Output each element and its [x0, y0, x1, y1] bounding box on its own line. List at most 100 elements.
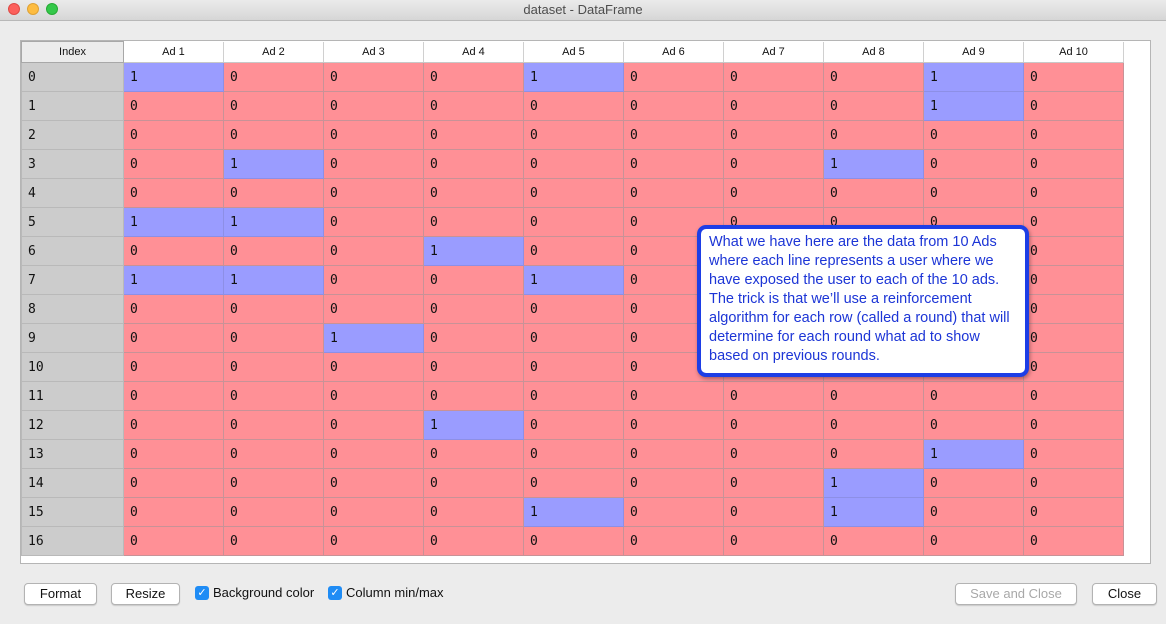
table-cell[interactable]: 0	[223, 91, 324, 121]
table-cell[interactable]: 0	[423, 62, 524, 92]
resize-button[interactable]: Resize	[111, 583, 180, 605]
row-index-cell[interactable]: 4	[21, 178, 124, 208]
table-cell[interactable]: 0	[1023, 62, 1124, 92]
table-cell[interactable]: 0	[323, 62, 424, 92]
table-cell[interactable]: 0	[623, 526, 724, 556]
background-color-checkbox[interactable]: ✓	[195, 586, 209, 600]
table-cell[interactable]: 1	[123, 62, 224, 92]
table-cell[interactable]: 0	[423, 294, 524, 324]
format-button[interactable]: Format	[24, 583, 97, 605]
table-cell[interactable]: 0	[223, 323, 324, 353]
table-cell[interactable]: 0	[723, 91, 824, 121]
table-cell[interactable]: 0	[423, 352, 524, 382]
save-and-close-button[interactable]: Save and Close	[955, 583, 1077, 605]
table-cell[interactable]: 0	[723, 526, 824, 556]
table-cell[interactable]: 0	[723, 381, 824, 411]
table-cell[interactable]: 0	[523, 178, 624, 208]
table-cell[interactable]: 0	[623, 178, 724, 208]
table-cell[interactable]: 0	[223, 62, 324, 92]
table-cell[interactable]: 0	[423, 120, 524, 150]
table-cell[interactable]: 0	[823, 410, 924, 440]
table-cell[interactable]: 0	[223, 497, 324, 527]
table-cell[interactable]: 0	[1023, 149, 1124, 179]
table-cell[interactable]: 1	[423, 236, 524, 266]
table-cell[interactable]: 0	[1023, 468, 1124, 498]
table-cell[interactable]: 0	[523, 236, 624, 266]
table-cell[interactable]: 0	[1023, 207, 1124, 237]
table-cell[interactable]: 0	[823, 381, 924, 411]
table-cell[interactable]: 0	[123, 352, 224, 382]
row-index-cell[interactable]: 14	[21, 468, 124, 498]
column-header[interactable]: Ad 6	[623, 41, 724, 63]
column-header[interactable]: Ad 8	[823, 41, 924, 63]
row-index-cell[interactable]: 10	[21, 352, 124, 382]
table-cell[interactable]: 0	[823, 120, 924, 150]
table-cell[interactable]: 1	[423, 410, 524, 440]
table-cell[interactable]: 0	[223, 381, 324, 411]
table-cell[interactable]: 0	[123, 497, 224, 527]
table-cell[interactable]: 0	[323, 410, 424, 440]
table-cell[interactable]: 0	[1023, 265, 1124, 295]
table-cell[interactable]: 0	[123, 91, 224, 121]
table-cell[interactable]: 0	[223, 294, 324, 324]
column-header[interactable]: Ad 5	[523, 41, 624, 63]
table-cell[interactable]: 0	[123, 120, 224, 150]
table-cell[interactable]: 0	[1023, 323, 1124, 353]
table-cell[interactable]: 0	[123, 526, 224, 556]
table-cell[interactable]: 0	[923, 178, 1024, 208]
table-cell[interactable]: 0	[1023, 236, 1124, 266]
column-header[interactable]: Ad 1	[123, 41, 224, 63]
table-cell[interactable]: 0	[423, 265, 524, 295]
table-cell[interactable]: 1	[923, 62, 1024, 92]
table-cell[interactable]: 1	[123, 207, 224, 237]
table-cell[interactable]: 0	[223, 468, 324, 498]
table-cell[interactable]: 0	[423, 178, 524, 208]
table-cell[interactable]: 1	[823, 468, 924, 498]
row-index-cell[interactable]: 5	[21, 207, 124, 237]
table-cell[interactable]: 0	[1023, 381, 1124, 411]
row-index-cell[interactable]: 6	[21, 236, 124, 266]
table-cell[interactable]: 0	[823, 178, 924, 208]
table-cell[interactable]: 0	[623, 410, 724, 440]
table-cell[interactable]: 0	[623, 62, 724, 92]
table-cell[interactable]: 1	[123, 265, 224, 295]
table-cell[interactable]: 0	[523, 120, 624, 150]
table-cell[interactable]: 1	[523, 62, 624, 92]
row-index-cell[interactable]: 2	[21, 120, 124, 150]
table-cell[interactable]: 0	[223, 178, 324, 208]
table-cell[interactable]: 0	[423, 526, 524, 556]
table-cell[interactable]: 0	[323, 526, 424, 556]
row-index-cell[interactable]: 15	[21, 497, 124, 527]
table-cell[interactable]: 0	[523, 294, 624, 324]
table-cell[interactable]: 0	[623, 497, 724, 527]
column-header[interactable]: Ad 9	[923, 41, 1024, 63]
table-cell[interactable]: 0	[323, 468, 424, 498]
table-cell[interactable]: 0	[523, 352, 624, 382]
table-cell[interactable]: 0	[423, 323, 524, 353]
row-index-cell[interactable]: 12	[21, 410, 124, 440]
table-cell[interactable]: 0	[623, 120, 724, 150]
table-cell[interactable]: 0	[623, 381, 724, 411]
table-cell[interactable]: 0	[723, 178, 824, 208]
column-header[interactable]: Ad 7	[723, 41, 824, 63]
table-cell[interactable]: 1	[223, 149, 324, 179]
table-cell[interactable]: 0	[723, 497, 824, 527]
table-cell[interactable]: 0	[423, 439, 524, 469]
table-cell[interactable]: 1	[323, 323, 424, 353]
table-cell[interactable]: 0	[123, 149, 224, 179]
table-cell[interactable]: 0	[423, 207, 524, 237]
table-cell[interactable]: 0	[123, 381, 224, 411]
table-cell[interactable]: 0	[723, 62, 824, 92]
table-cell[interactable]: 0	[423, 91, 524, 121]
row-index-cell[interactable]: 7	[21, 265, 124, 295]
row-index-cell[interactable]: 11	[21, 381, 124, 411]
vertical-scroll-track[interactable]	[1143, 61, 1150, 563]
table-cell[interactable]: 0	[1023, 120, 1124, 150]
table-cell[interactable]: 0	[323, 91, 424, 121]
table-cell[interactable]: 0	[823, 439, 924, 469]
table-cell[interactable]: 0	[123, 468, 224, 498]
table-cell[interactable]: 0	[823, 526, 924, 556]
table-cell[interactable]: 0	[123, 410, 224, 440]
table-cell[interactable]: 0	[323, 207, 424, 237]
table-cell[interactable]: 1	[523, 497, 624, 527]
